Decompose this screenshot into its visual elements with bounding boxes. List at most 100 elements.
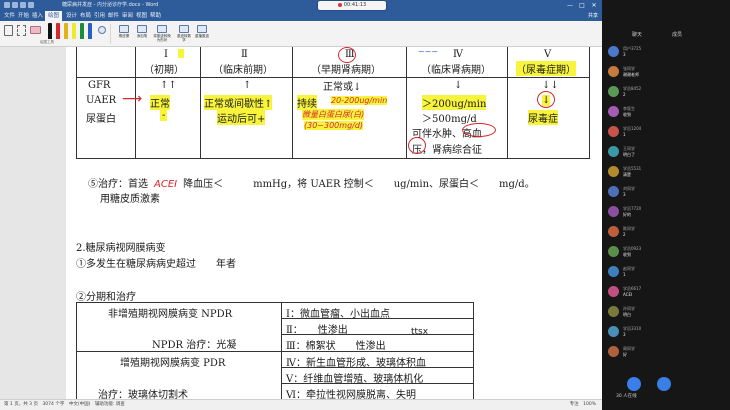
- avatar[interactable]: [608, 46, 619, 57]
- ink-to-shape-label: 将墨迹转换为形状: [153, 34, 171, 42]
- section-2-item-1: ①多发生在糖尿病病史超过 年者: [76, 259, 236, 270]
- lasso-tool-icon[interactable]: [17, 25, 26, 36]
- treatment-hw: ACEI: [154, 179, 178, 190]
- eraser-icon: [119, 25, 129, 33]
- stage-name-1: （初期）: [144, 65, 184, 76]
- title-bar: 糖尿病并发症 - 内分泌诊疗学.docx - Word 00:41:13 — □ ✕: [0, 0, 602, 11]
- protein-note-hw-2: (30~300mg/d): [304, 121, 364, 130]
- ink-to-math-button[interactable]: 墨迹转数学: [176, 25, 192, 43]
- avatar[interactable]: [608, 166, 619, 177]
- select-tool-icon[interactable]: [4, 25, 13, 36]
- npdr-title: 非增殖期视网膜病变 NPDR: [108, 309, 233, 320]
- screen-recorder[interactable]: 00:41:13: [318, 1, 386, 10]
- avatar[interactable]: [608, 266, 619, 277]
- tab-insert[interactable]: 插入: [32, 11, 43, 21]
- avatar[interactable]: [608, 126, 619, 137]
- status-bar: 第 1 页，共 3 页 3074 个字 中文(中国) 辅助功能: 调查 专注 1…: [0, 399, 602, 410]
- chat-message: 孙同学 明白: [608, 306, 726, 324]
- grade-5: Ⅴ：纤维血管增殖、玻璃体机化: [286, 374, 424, 385]
- avatar[interactable]: [608, 66, 619, 77]
- ink-to-math-label: 墨迹转数学: [177, 34, 191, 42]
- chat-message: 学员5531 清楚: [608, 166, 726, 184]
- record-dot-icon: [337, 2, 342, 7]
- ink-to-shape-button[interactable]: 将墨迹转换为形状: [152, 25, 172, 43]
- share-button[interactable]: 共享: [588, 12, 598, 20]
- eraser-button[interactable]: 橡皮擦: [116, 25, 132, 43]
- user-icon[interactable]: [627, 377, 641, 391]
- tab-draw[interactable]: 绘图: [45, 11, 63, 21]
- avatar[interactable]: [608, 186, 619, 197]
- avatar[interactable]: [608, 246, 619, 257]
- treatment-rest: 降血压＜ mmHg，将 UAER 控制＜ ug/min、尿蛋白＜ mg/d。: [183, 179, 535, 190]
- uaer-cell-2: 正常或间歇性↑: [204, 95, 273, 110]
- redo-icon[interactable]: [28, 2, 34, 8]
- tab-home[interactable]: 开始: [18, 11, 29, 21]
- add-pen-label: 添加笔: [136, 34, 148, 38]
- eraser-icon[interactable]: [30, 26, 41, 34]
- eraser-label: 橡皮擦: [118, 34, 130, 38]
- avatar[interactable]: [608, 146, 619, 157]
- table-rule: [473, 302, 474, 399]
- chat-icon[interactable]: [657, 377, 671, 391]
- autosave-icon[interactable]: [4, 2, 10, 8]
- row-label-gfr: GFR: [88, 80, 111, 91]
- chat-message: 王同学 明白了: [608, 146, 726, 164]
- table-rule: [589, 47, 590, 159]
- avatar[interactable]: [608, 346, 619, 357]
- avatar[interactable]: [608, 86, 619, 97]
- maximize-button[interactable]: □: [576, 0, 588, 11]
- add-pen-button[interactable]: 添加笔: [134, 25, 150, 43]
- tab-review[interactable]: 审阅: [122, 11, 133, 21]
- save-icon[interactable]: [12, 2, 18, 8]
- recorder-time: 00:41:13: [343, 2, 367, 8]
- stage-4: Ⅳ: [453, 49, 463, 60]
- ribbon: 绘图工具 橡皮擦 添加笔 将墨迹转换为形状 墨迹转数学 重播墨迹: [0, 21, 602, 47]
- word-window: 糖尿病并发症 - 内分泌诊疗学.docx - Word 00:41:13 — □ ✕…: [0, 0, 602, 410]
- status-right[interactable]: 专注 100%: [570, 400, 596, 410]
- avatar[interactable]: [608, 226, 619, 237]
- ribbon-separator: [110, 24, 111, 44]
- grade-1: Ⅰ：微血管瘤、小出血点: [286, 309, 390, 320]
- pen-gold[interactable]: [64, 23, 68, 39]
- treatment-prefix: ⑤治疗：首选: [88, 179, 148, 190]
- close-button[interactable]: ✕: [588, 0, 600, 11]
- avatar[interactable]: [608, 306, 619, 317]
- tab-design[interactable]: 设计: [66, 11, 77, 21]
- chat-text: 收到: [623, 252, 631, 257]
- avatar[interactable]: [608, 206, 619, 217]
- pen-red[interactable]: [56, 23, 60, 39]
- online-count: 30 人在线: [616, 394, 637, 399]
- pdr-title: 增殖期视网膜病变 PDR: [120, 358, 226, 369]
- avatar[interactable]: [608, 286, 619, 297]
- chat-message: 刘同学 3: [608, 186, 726, 204]
- chat-text: 3: [623, 192, 626, 197]
- tab-view[interactable]: 视图: [136, 11, 147, 21]
- avatar[interactable]: [608, 326, 619, 337]
- tab-chat[interactable]: 聊天: [632, 31, 642, 38]
- section-2-item-2: ②分期和治疗: [76, 292, 136, 303]
- tab-references[interactable]: 引用: [94, 11, 105, 21]
- gfr-cell-2: ↑: [243, 80, 252, 91]
- section-2-title: 2.糖尿病视网膜病变: [76, 243, 166, 254]
- tab-mailings[interactable]: 邮件: [108, 11, 119, 21]
- quick-access-toolbar[interactable]: [4, 2, 46, 9]
- tab-layout[interactable]: 布局: [80, 11, 91, 21]
- highlighter-yellow[interactable]: [72, 23, 76, 39]
- tab-members[interactable]: 成员: [672, 31, 682, 38]
- tab-file[interactable]: 文件: [4, 11, 15, 21]
- avatar[interactable]: [608, 106, 619, 117]
- add-pen-icon[interactable]: [98, 26, 106, 34]
- document-page[interactable]: Ⅰ Ⅱ Ⅲ Ⅳ Ⅴ （初期） （临床前期） （早期肾病期） （临床肾病期） （尿…: [66, 47, 602, 399]
- chat-text: 3: [623, 332, 626, 337]
- table-rule: [76, 47, 77, 159]
- pen-black[interactable]: [48, 23, 52, 39]
- tab-help[interactable]: 帮助: [150, 11, 161, 21]
- ink-replay-button[interactable]: 重播墨迹: [194, 25, 210, 43]
- gfr-cell-5: ↓↓: [542, 80, 559, 91]
- minimize-button[interactable]: —: [564, 0, 576, 11]
- pen-green[interactable]: [80, 23, 84, 39]
- uaer-cell-3b: 20-200ug/min: [331, 95, 388, 106]
- pen-blue[interactable]: [88, 23, 92, 39]
- pen-icon: [137, 25, 147, 33]
- undo-icon[interactable]: [20, 2, 26, 8]
